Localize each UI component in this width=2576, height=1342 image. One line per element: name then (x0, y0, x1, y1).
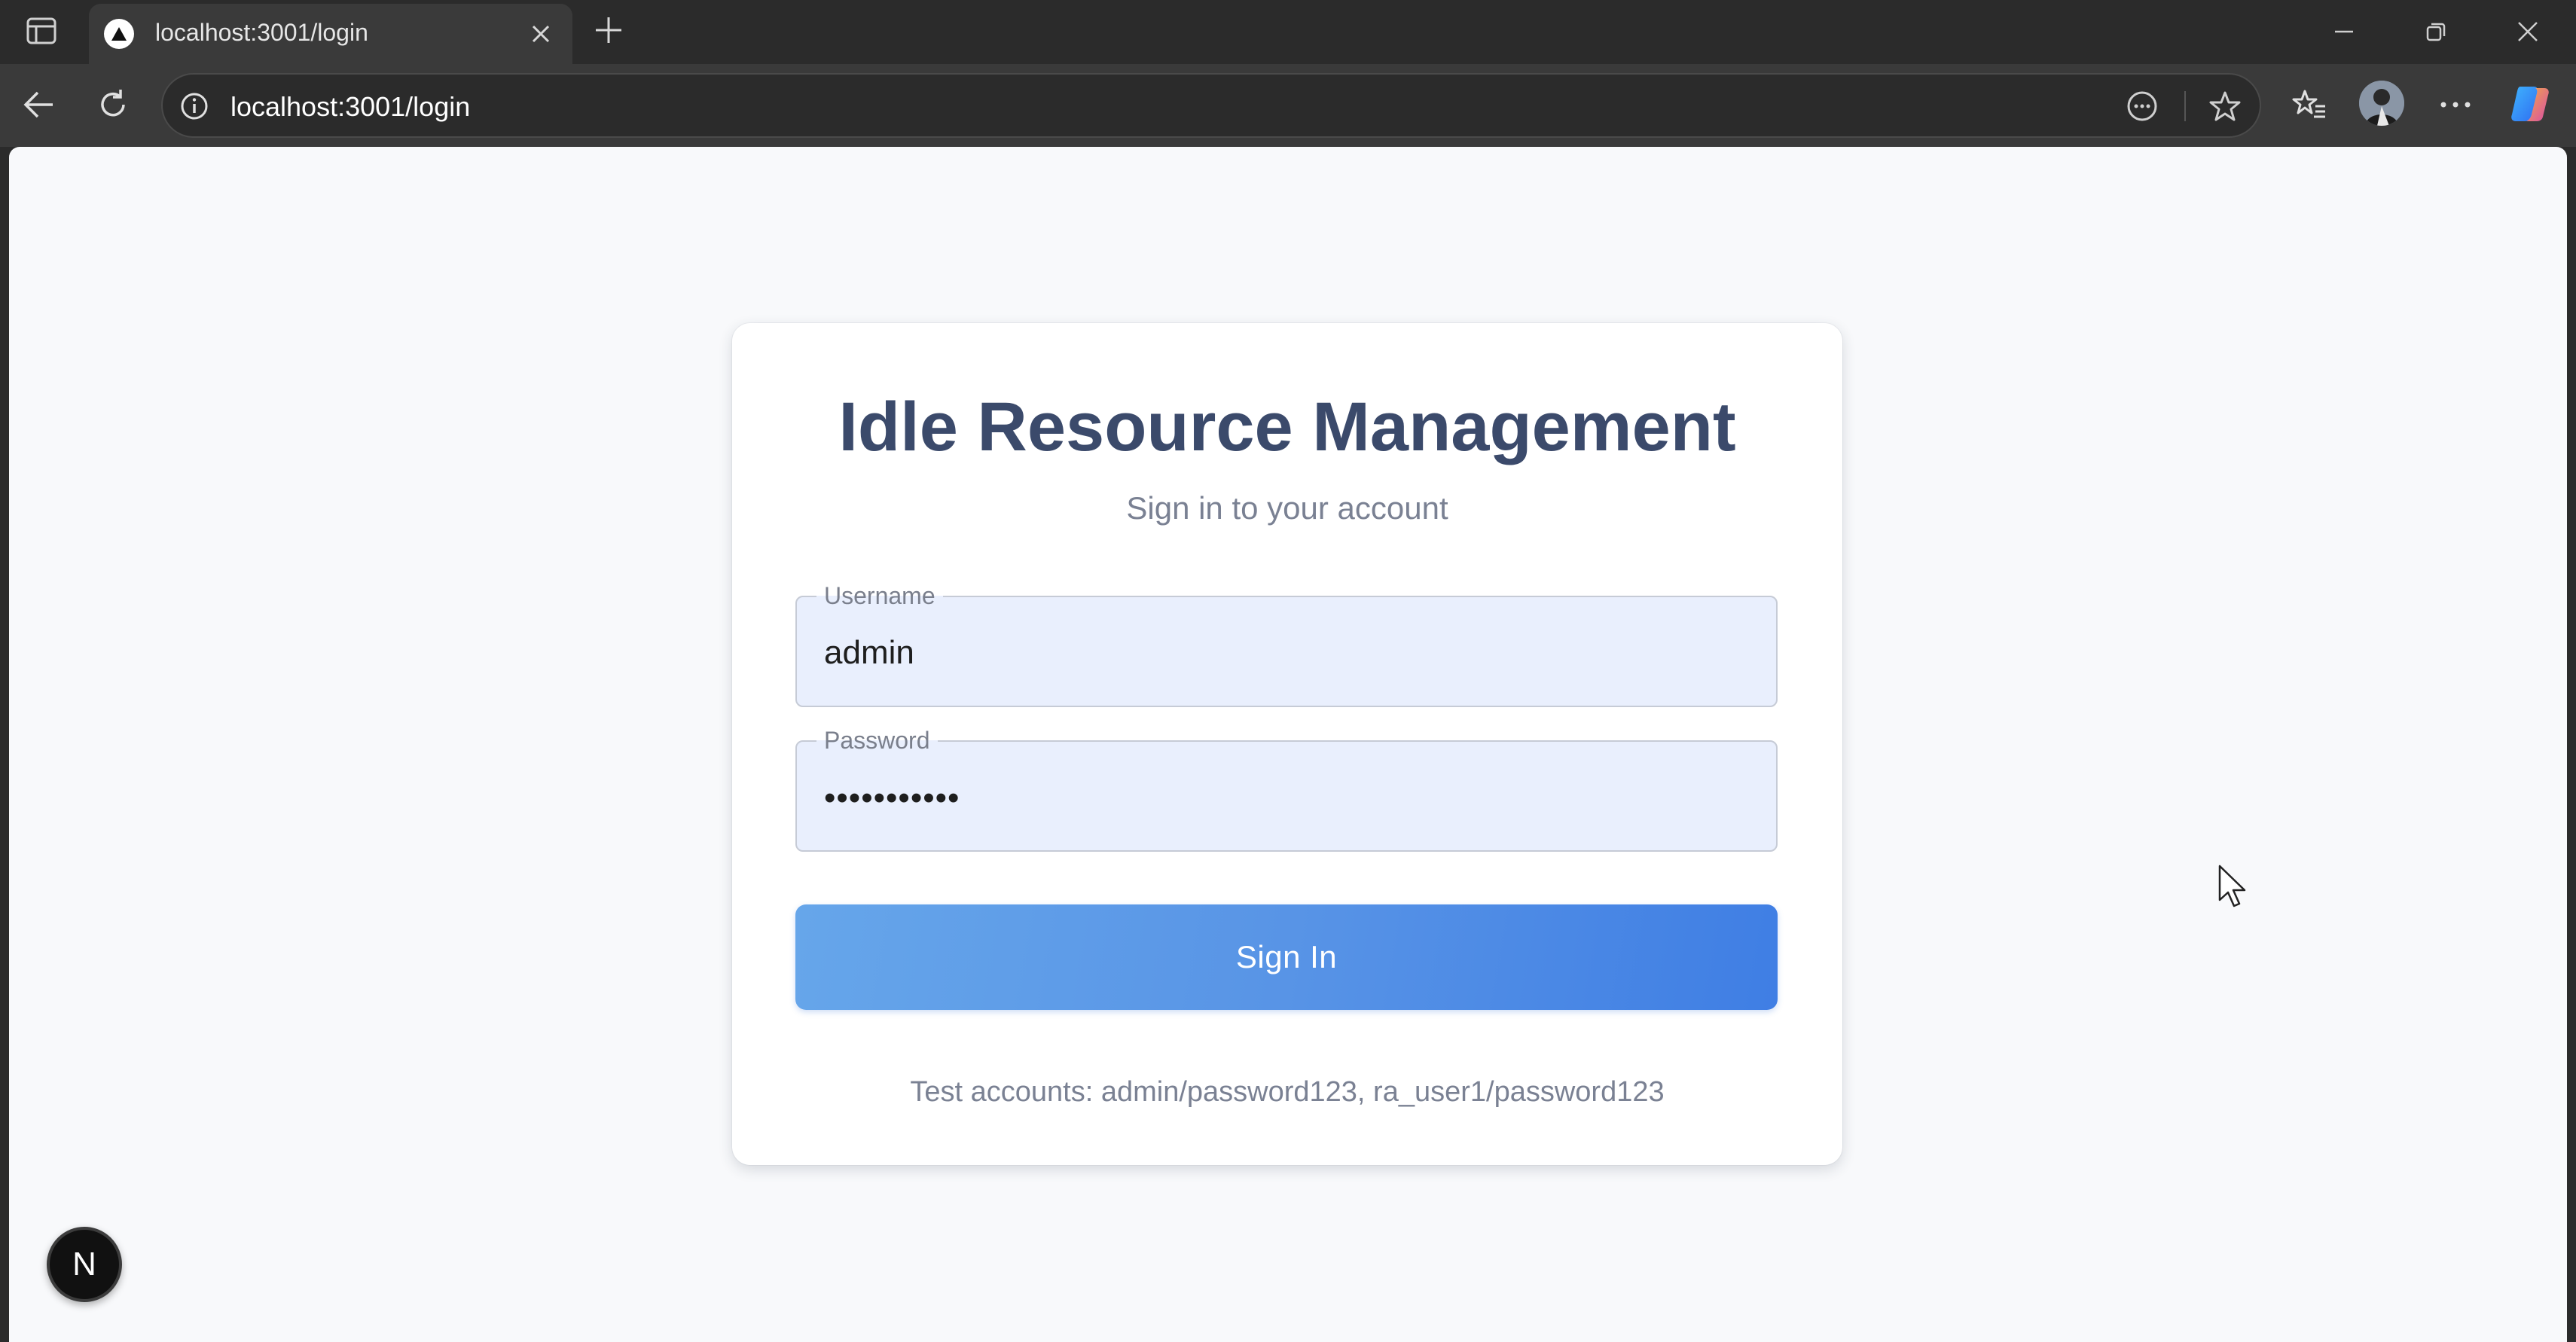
nextjs-triangle-icon (104, 19, 134, 49)
plus-icon (596, 17, 621, 43)
favorites-icon (2292, 90, 2325, 118)
more-icon (2440, 102, 2471, 108)
profile-avatar[interactable] (2359, 81, 2404, 126)
page-subtitle: Sign in to your account (1126, 490, 1448, 526)
tab-title: localhost:3001/login (155, 19, 368, 46)
close-icon (532, 25, 550, 43)
tab-actions-button[interactable] (23, 12, 60, 50)
close-window-button[interactable] (2507, 11, 2549, 53)
add-favorite-button[interactable] (2205, 87, 2245, 126)
browser-toolbar: localhost:3001/login (0, 64, 2576, 147)
address-bar[interactable]: localhost:3001/login (161, 73, 2261, 138)
favorites-button[interactable] (2285, 81, 2333, 129)
password-field[interactable]: Password ••••••••••• (795, 725, 1778, 852)
nextjs-dev-tools-button[interactable]: N (47, 1227, 122, 1302)
star-icon (2209, 91, 2241, 121)
test-accounts-note: Test accounts: admin/password123, ra_use… (910, 1076, 1665, 1108)
restore-button[interactable] (2415, 11, 2457, 53)
copilot-button[interactable] (2508, 82, 2552, 126)
close-icon (2518, 22, 2538, 41)
mouse-cursor-icon (2218, 865, 2246, 907)
back-arrow-icon (23, 91, 53, 118)
username-input[interactable] (824, 630, 1743, 676)
login-card: Idle Resource Management Sign in to your… (732, 323, 1842, 1165)
restore-icon (2426, 23, 2446, 41)
refresh-button[interactable] (89, 81, 137, 129)
info-icon (181, 93, 208, 120)
new-tab-button[interactable] (589, 11, 628, 50)
sidebar-icon (26, 17, 56, 44)
minimize-button[interactable] (2323, 11, 2365, 53)
refresh-icon (101, 90, 125, 117)
address-url: localhost:3001/login (230, 91, 471, 122)
back-button[interactable] (15, 81, 63, 129)
page-title: Idle Resource Management (838, 389, 1736, 465)
minimize-icon (2335, 30, 2353, 33)
reader-mode-button[interactable] (2123, 87, 2162, 126)
page-viewport: Idle Resource Management Sign in to your… (9, 147, 2567, 1342)
sign-in-button[interactable]: Sign In (795, 904, 1778, 1010)
profile-picture-icon (2359, 81, 2404, 126)
password-input[interactable]: ••••••••••• (824, 779, 960, 817)
site-info-button[interactable] (176, 88, 212, 124)
password-label: Password (816, 725, 938, 755)
username-label: Username (816, 581, 943, 611)
reader-icon (2127, 91, 2157, 121)
close-tab-button[interactable] (524, 17, 557, 50)
settings-more-button[interactable] (2431, 81, 2480, 129)
username-field[interactable]: Username (795, 581, 1778, 707)
tab-strip: localhost:3001/login (0, 0, 2576, 66)
browser-window: localhost:3001/login localhost:3001/logi… (0, 0, 2576, 1342)
address-bar-divider (2184, 91, 2186, 121)
copilot-icon (2511, 87, 2549, 121)
active-tab[interactable]: localhost:3001/login (89, 4, 572, 66)
